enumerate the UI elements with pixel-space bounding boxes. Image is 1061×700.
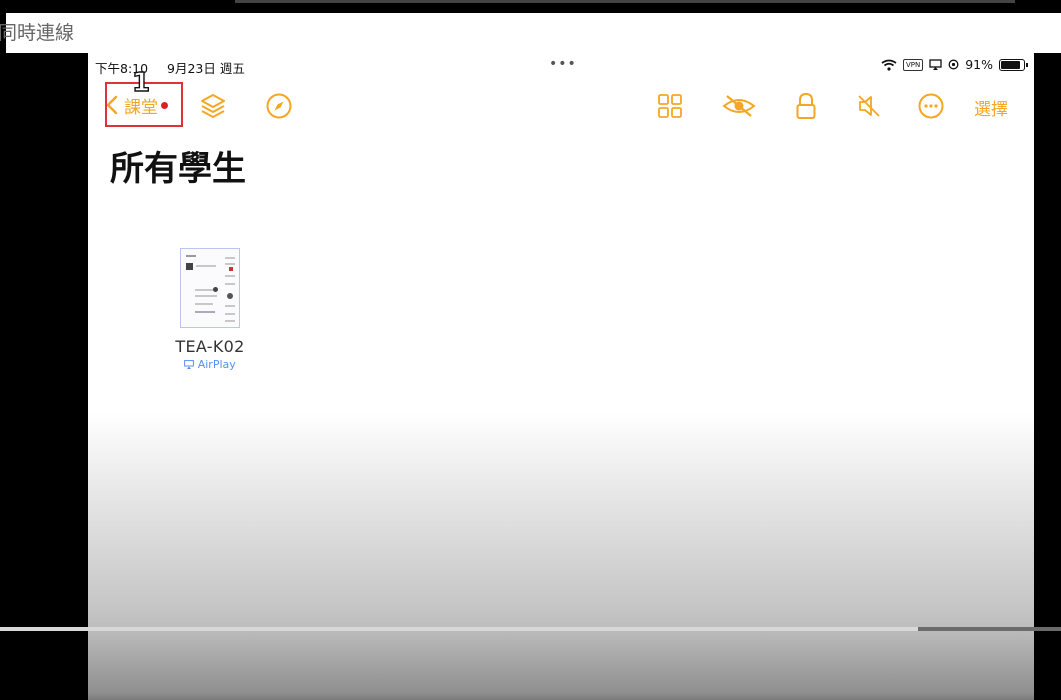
screen-mirror-icon: [929, 59, 942, 70]
orientation-lock-icon: [948, 59, 959, 70]
status-bar: 下午8:10 9月23日 週五 ••• VPN 91%: [88, 53, 1034, 77]
ipad-screen: 下午8:10 9月23日 週五 ••• VPN 91% 課堂 選擇 1 所有學生…: [88, 53, 1034, 700]
airplay-status: AirPlay: [166, 358, 254, 371]
battery-icon: [999, 58, 1025, 71]
apps-button[interactable]: [655, 91, 685, 121]
airplay-icon: [184, 360, 195, 369]
caption-strip: 同時連線: [0, 13, 1061, 53]
page-title: 所有學生: [110, 149, 246, 189]
eye-slash-icon: [722, 95, 756, 117]
lock-button[interactable]: [793, 90, 819, 122]
hide-button[interactable]: [720, 91, 758, 121]
mute-icon: [858, 95, 880, 117]
step-number-annotation: 1: [131, 68, 151, 98]
more-icon: [918, 93, 944, 119]
mute-button[interactable]: [854, 91, 884, 121]
student-tile[interactable]: TEA-K02 AirPlay: [166, 248, 254, 371]
status-indicators: VPN 91%: [881, 57, 1028, 72]
select-button[interactable]: 選擇: [974, 95, 1008, 120]
caption-text: 同時連線: [0, 22, 75, 44]
student-screen-thumbnail: [180, 248, 240, 328]
status-date: 9月23日 週五: [167, 61, 245, 76]
lock-icon: [796, 92, 816, 119]
toolbar: 課堂 選擇: [88, 85, 1034, 129]
student-name: TEA-K02: [175, 337, 245, 356]
video-progress-fill: [0, 627, 918, 631]
layers-button[interactable]: [198, 91, 228, 121]
compass-icon: [266, 93, 292, 119]
battery-tip: [1026, 62, 1028, 67]
more-button[interactable]: [916, 91, 946, 121]
vpn-badge: VPN: [902, 58, 924, 71]
battery-percent: 91%: [965, 57, 993, 72]
wifi-icon: [881, 59, 897, 71]
airplay-label: AirPlay: [197, 358, 236, 371]
navigate-button[interactable]: [264, 91, 294, 121]
grid-icon: [658, 94, 682, 118]
multitasking-dots[interactable]: •••: [549, 56, 577, 72]
video-top-strip: [235, 0, 1015, 3]
layers-icon: [201, 94, 225, 118]
